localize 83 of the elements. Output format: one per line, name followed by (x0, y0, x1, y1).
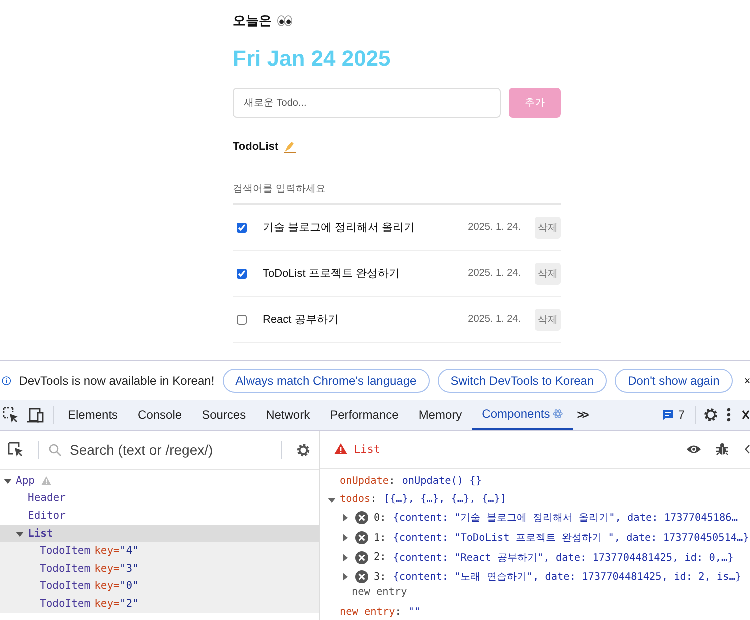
colon-text: : (395, 606, 402, 618)
item-index: 0: (374, 512, 386, 524)
item-value: {content: "React 공부하기", date: 1737704481425, id: 0,…} (393, 552, 734, 565)
eyes-icon (277, 15, 293, 27)
devtools-tab[interactable]: Elements (58, 400, 128, 430)
infobar-message: DevTools is now available in Korean! (19, 374, 215, 388)
component-tree-item[interactable]: Header (0, 490, 319, 508)
prop-name: onUpdate (340, 476, 390, 488)
caret-icon[interactable] (328, 496, 336, 504)
new-todo-field[interactable]: 새로운 Todo... (233, 88, 501, 118)
devtools-tab[interactable]: Components (472, 400, 574, 430)
delete-button[interactable]: 삭제 (535, 262, 561, 284)
close-icon[interactable] (744, 376, 750, 386)
devtools-tab[interactable]: Console (128, 400, 192, 430)
caret-icon[interactable] (342, 534, 348, 542)
more-tabs-button[interactable]: >> (573, 408, 592, 422)
component-tree-item[interactable]: TodoItem key="3" (0, 560, 319, 578)
item-value: {content: "노래 연습하기", date: 1737704481425, id: 2, is…} (393, 571, 742, 584)
message-count: 7 (678, 408, 685, 422)
colon-text: : (370, 494, 377, 506)
delete-icon[interactable] (355, 511, 369, 526)
todo-date: 2025. 1. 24. (468, 222, 521, 233)
inspect-element-icon[interactable] (3, 407, 19, 423)
greeting-text: 오늘은 (233, 12, 272, 30)
messages-button[interactable]: 7 (662, 408, 685, 422)
component-tree-item[interactable]: Editor (0, 507, 319, 525)
date-heading: Fri Jan 24 2025 (233, 46, 392, 72)
prop-value: [{…}, {…}, {…}, {…}] (384, 494, 506, 506)
devtools-tab[interactable]: Sources (192, 400, 256, 430)
component-tree-item[interactable]: List (0, 524, 319, 542)
colon-text: : (389, 476, 396, 488)
settings-icon[interactable] (296, 442, 311, 458)
list-title-text: TodoList (233, 141, 279, 153)
todo-text: React 공부하기 (263, 313, 340, 327)
component-tree-item[interactable]: App (0, 472, 319, 490)
close-icon[interactable] (742, 410, 750, 420)
eye-icon[interactable] (686, 444, 702, 455)
delete-button[interactable]: 삭제 (535, 216, 561, 238)
react-icon (553, 409, 564, 419)
prop-name: todos (340, 494, 371, 506)
item-value: {content: "ToDoList 프로젝트 완성하기 ", date: 173770450514…} (393, 532, 750, 546)
search-icon (49, 444, 62, 456)
todo-date: 2025. 1. 24. (468, 314, 521, 325)
devtools-tab[interactable]: Performance (320, 400, 409, 430)
component-tree-item[interactable]: TodoItem key="0" (0, 578, 319, 596)
devtools-tab[interactable]: Network (256, 400, 320, 430)
component-tree-item[interactable]: TodoItem key="2" (0, 595, 319, 613)
device-toolbar-icon[interactable] (27, 408, 44, 422)
warning-icon (334, 443, 348, 456)
infobar-button[interactable]: Switch DevTools to Korean (438, 368, 608, 392)
todo-text: 기술 블로그에 정리해서 올리기 (263, 221, 416, 235)
chevron-left-icon[interactable] (745, 444, 750, 454)
devtools-tab[interactable]: Memory (408, 400, 472, 430)
item-index: 3: (374, 572, 386, 583)
message-icon (662, 409, 674, 421)
delete-icon[interactable] (355, 570, 369, 584)
caret-icon[interactable] (342, 554, 348, 562)
caret-icon[interactable] (342, 514, 348, 522)
todo-date: 2025. 1. 24. (468, 268, 521, 279)
prop-value: onUpdate() {} (402, 476, 482, 488)
todo-checkbox[interactable] (237, 222, 247, 232)
todo-checkbox[interactable] (237, 314, 247, 324)
inspected-component-name: List (354, 442, 380, 456)
search-field[interactable]: 검색어를 입력하세요 (233, 184, 561, 205)
bug-icon[interactable] (716, 442, 729, 456)
delete-icon[interactable] (355, 531, 369, 546)
item-index: 1: (374, 532, 386, 544)
todo-checkbox[interactable] (237, 268, 247, 278)
delete-button[interactable]: 삭제 (535, 308, 561, 330)
item-index: 2: (374, 552, 386, 564)
settings-icon[interactable] (703, 407, 719, 423)
caret-icon[interactable] (342, 573, 348, 582)
delete-icon[interactable] (355, 550, 369, 565)
todo-text: ToDoList 프로젝트 완성하기 (263, 267, 401, 281)
prop-value: "" (408, 606, 421, 618)
infobar-button[interactable]: Always match Chrome's language (222, 368, 430, 392)
new-entry-field[interactable]: new entry (320, 587, 750, 603)
infobar-button[interactable]: Don't show again (615, 368, 733, 392)
more-options-icon[interactable] (727, 408, 731, 422)
prop-name: new entry (340, 606, 396, 618)
select-element-icon[interactable] (8, 442, 24, 458)
item-value: {content: "기술 블로그에 정리해서 올리기", date: 17377045186… (393, 512, 738, 526)
component-tree-item[interactable]: TodoItem key="4" (0, 542, 319, 560)
